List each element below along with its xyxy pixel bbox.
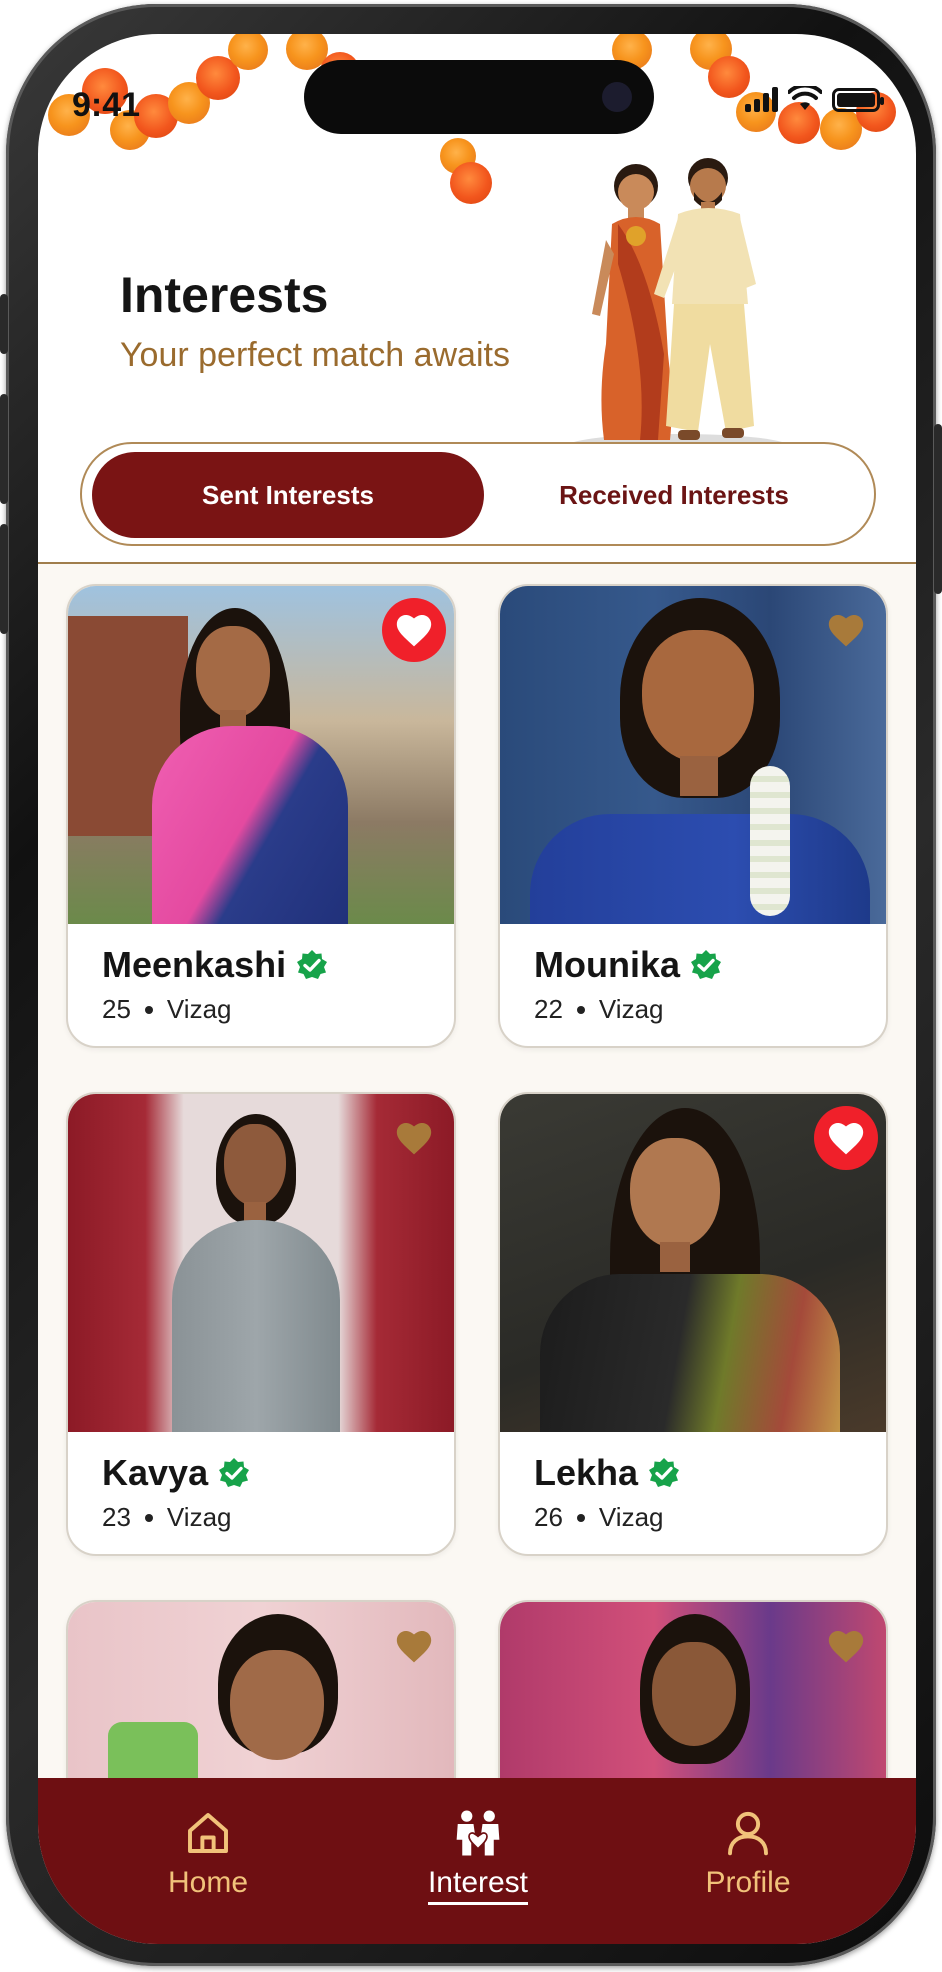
profile-age: 25 (102, 994, 131, 1024)
profile-name: Mounika (534, 944, 681, 985)
verified-badge-icon (297, 950, 328, 979)
home-icon (188, 1813, 228, 1853)
separator-dot (576, 1005, 585, 1014)
separator-dot (144, 1513, 153, 1522)
favorite-heart-button[interactable] (814, 598, 878, 662)
profile-age: 22 (534, 994, 563, 1024)
profile-name: Meenkashi (102, 944, 287, 985)
separator-dot (144, 1005, 153, 1014)
signal-icon (745, 86, 778, 112)
interest-tabs: Sent Interests Received Interests (80, 442, 876, 546)
nav-profile-label: Profile (705, 1866, 791, 1899)
favorite-heart-button[interactable] (382, 598, 446, 662)
profile-card[interactable]: Lekha 26 Vizag (498, 1092, 888, 1556)
profile-city: Vizag (598, 994, 664, 1024)
tab-sent-interests[interactable]: Sent Interests (92, 452, 484, 538)
heart-icon (828, 614, 864, 647)
profile-age: 26 (534, 1502, 563, 1532)
page-subtitle: Your perfect match awaits (120, 336, 510, 374)
heart-icon (828, 1630, 864, 1663)
heart-icon (396, 614, 432, 647)
battery-icon (832, 88, 884, 112)
heart-icon (396, 1630, 432, 1663)
profile-city: Vizag (166, 994, 232, 1024)
heart-icon (828, 1122, 864, 1155)
nav-profile[interactable]: Profile (648, 1806, 848, 1900)
bottom-nav: Home Interest Profile (38, 1778, 916, 1944)
profile-card[interactable]: Kavya 23 Vizag (66, 1092, 456, 1556)
verified-badge-icon (219, 1458, 250, 1487)
verified-badge-icon (649, 1458, 680, 1487)
tab-received-interests[interactable]: Received Interests (484, 452, 864, 538)
status-time: 9:41 (72, 86, 141, 124)
profile-name: Kavya (102, 1452, 209, 1493)
profile-city: Vizag (598, 1502, 664, 1532)
user-icon (728, 1811, 768, 1856)
volume-up-button (0, 394, 8, 504)
nav-interest[interactable]: Interest (378, 1806, 578, 1905)
profile-card[interactable]: Mounika 22 Vizag (498, 584, 888, 1048)
profile-card[interactable]: Meenkashi 25 Vizag (66, 584, 456, 1048)
status-icons (745, 86, 884, 112)
wifi-icon (788, 86, 822, 110)
mute-switch (0, 294, 8, 354)
page-title: Interests (120, 267, 329, 323)
nav-interest-label: Interest (427, 1866, 529, 1905)
favorite-heart-button[interactable] (382, 1614, 446, 1678)
volume-down-button (0, 524, 8, 634)
nav-home-label: Home (167, 1866, 249, 1899)
verified-badge-icon (691, 950, 722, 979)
separator-dot (576, 1513, 585, 1522)
profile-age: 23 (102, 1502, 131, 1532)
favorite-heart-button[interactable] (382, 1106, 446, 1170)
dynamic-island (304, 60, 654, 134)
heart-icon (396, 1122, 432, 1155)
couple-heart-icon (456, 1810, 500, 1856)
favorite-heart-button[interactable] (814, 1106, 878, 1170)
profile-city: Vizag (166, 1502, 232, 1532)
app-screen: 9:41 Interests Your perfect match awaits (38, 34, 916, 1944)
nav-home[interactable]: Home (108, 1806, 308, 1900)
phone-frame: 9:41 Interests Your perfect match awaits (0, 4, 942, 1966)
power-button (934, 424, 942, 594)
profile-name: Lekha (534, 1452, 639, 1493)
favorite-heart-button[interactable] (814, 1614, 878, 1678)
couple-illustration (568, 158, 788, 458)
profiles-grid: Meenkashi 25 Vizag Mounika 22 Vizag Kavy… (38, 564, 916, 1809)
